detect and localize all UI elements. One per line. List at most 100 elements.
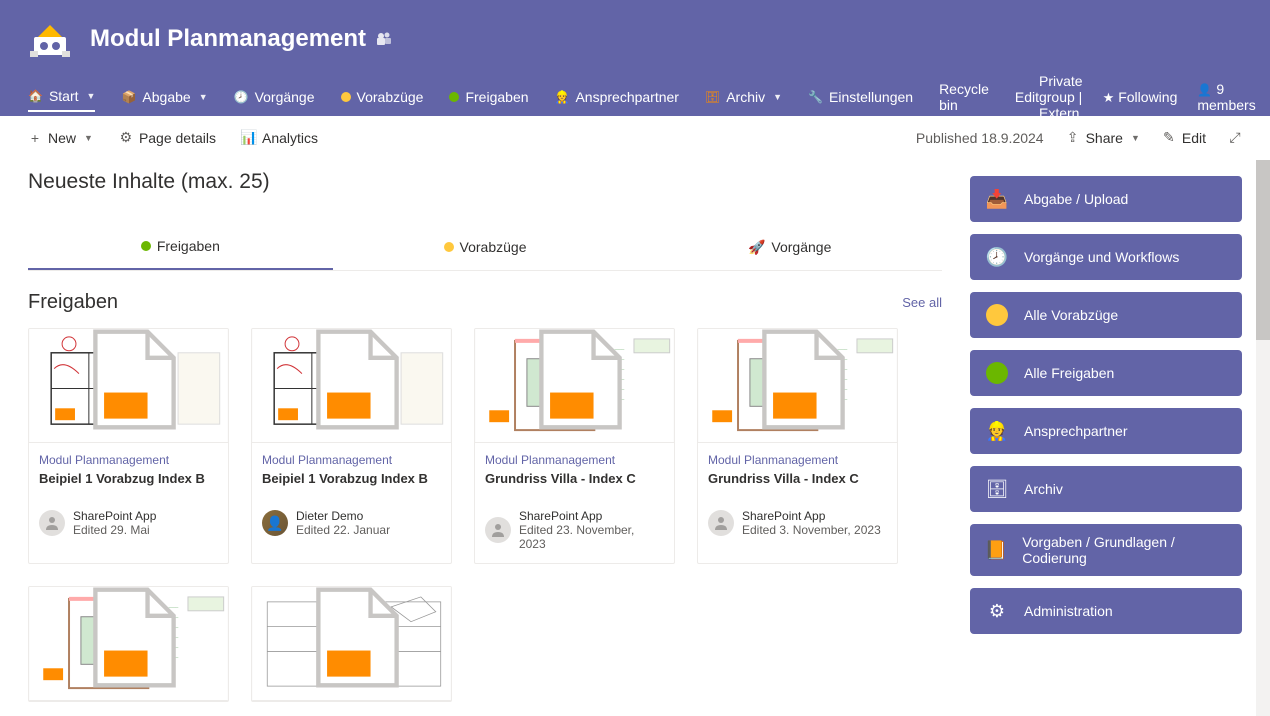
file-type-icon <box>258 329 451 436</box>
card-author: Dieter Demo <box>296 509 390 523</box>
abgabe-icon: 📦 <box>121 90 136 104</box>
document-card[interactable] <box>251 586 452 702</box>
card-source: Modul Planmanagement <box>708 453 887 467</box>
einstellungen-icon: 🔧 <box>808 90 823 104</box>
quicklink-administration[interactable]: ⚙Administration <box>970 588 1242 634</box>
quick-links-sidebar: 📥 Abgabe / Upload 🕗Vorgänge und Workflows A… <box>970 160 1270 716</box>
tab-vorabzüge[interactable]: Vorabzüge <box>333 224 638 270</box>
share-icon: ⇪ <box>1066 131 1080 145</box>
card-date: Edited 22. Januar <box>296 523 390 537</box>
document-card[interactable]: Modul Planmanagement Beipiel 1 Vorabzug … <box>251 328 452 564</box>
top-navigation: 🏠Start▼ 📦Abgabe▼ 🕗Vorgänge Vorabzüge Freigab… <box>0 78 1270 116</box>
members-button[interactable]: 9 members <box>1197 81 1255 113</box>
follow-button[interactable]: Following <box>1103 89 1178 106</box>
chevron-down-icon: ▼ <box>1131 133 1140 143</box>
card-author: SharePoint App <box>73 509 156 523</box>
cmd-page-details[interactable]: ⚙Page details <box>119 130 216 146</box>
status-dot-icon <box>444 242 454 252</box>
user-avatar <box>39 510 65 536</box>
card-author: SharePoint App <box>519 509 664 523</box>
tab-freigaben[interactable]: Freigaben <box>28 224 333 270</box>
document-card[interactable]: ✓ ______✓ ______✓ ______✓ ______✓ ______… <box>474 328 675 564</box>
card-thumbnail: ✓ ______✓ ______✓ ______✓ ______✓ ______… <box>29 587 228 701</box>
nav-item-start[interactable]: 🏠Start▼ <box>28 82 95 112</box>
share-button[interactable]: ⇪Share▼ <box>1066 130 1140 146</box>
start-icon: 🏠 <box>28 89 43 103</box>
list-heading: Freigaben <box>28 291 118 314</box>
published-date: Published 18.9.2024 <box>916 130 1044 146</box>
page details-icon: ⚙ <box>119 131 133 145</box>
status-dot-icon <box>449 92 459 102</box>
content-tabs: FreigabenVorabzüge🚀Vorgänge <box>28 224 942 271</box>
card-thumbnail <box>252 329 451 443</box>
archiv-icon: 🗄 <box>705 90 720 104</box>
scrollbar[interactable] <box>1256 160 1270 716</box>
status-dot-icon <box>141 241 151 251</box>
quicklink-label: Alle Vorabzüge <box>1024 307 1118 323</box>
user-avatar: 👤 <box>262 510 288 536</box>
nav-item-ansprechpartner[interactable]: 👷Ansprechpartner <box>555 83 679 111</box>
card-title: Beipiel 1 Vorabzug Index B <box>39 471 218 489</box>
nav-item-abgabe[interactable]: 📦Abgabe▼ <box>121 83 207 111</box>
quicklink-label: Archiv <box>1024 481 1063 497</box>
quicklink-ansprechpartner[interactable]: 👷Ansprechpartner <box>970 408 1242 454</box>
nav-item-vorgänge[interactable]: 🕗Vorgänge <box>234 83 315 111</box>
quicklink-label: Abgabe / Upload <box>1024 191 1128 207</box>
analytics-icon: 📊 <box>242 131 256 145</box>
nav-item-einstellungen[interactable]: 🔧Einstellungen <box>808 83 913 111</box>
card-source: Modul Planmanagement <box>262 453 441 467</box>
nav-item-vorabzüge[interactable]: Vorabzüge <box>341 83 424 111</box>
user-avatar <box>485 517 511 543</box>
card-thumbnail: ✓ ______✓ ______✓ ______✓ ______✓ ______… <box>698 329 897 443</box>
file-type-icon <box>35 329 228 436</box>
cmd-analytics[interactable]: 📊Analytics <box>242 130 318 146</box>
quicklink-label: Administration <box>1024 603 1113 619</box>
rocket-icon: 🚀 <box>748 239 765 256</box>
quicklink-archiv[interactable]: 🗄 Archiv <box>970 466 1242 512</box>
quicklink-label: Ansprechpartner <box>1024 423 1128 439</box>
quicklink-abgabe-upload[interactable]: 📥 Abgabe / Upload <box>970 176 1242 222</box>
status-dot-icon <box>984 302 1010 328</box>
site-title: Modul Planmanagement <box>90 25 366 53</box>
quicklink-vorgaben-grundlagen-codierung[interactable]: 📙Vorgaben / Grundlagen / Codierung <box>970 524 1242 576</box>
quicklink-alle-vorabz-ge[interactable]: Alle Vorabzüge <box>970 292 1242 338</box>
group-privacy: Private group | Extern <box>1039 73 1083 121</box>
site-logo <box>28 17 72 61</box>
quicklink-icon: 🗄 <box>984 476 1010 502</box>
user-avatar <box>708 510 734 536</box>
status-dot-icon <box>341 92 351 102</box>
document-card[interactable]: Modul Planmanagement Beipiel 1 Vorabzug … <box>28 328 229 564</box>
card-thumbnail <box>252 587 451 701</box>
card-source: Modul Planmanagement <box>485 453 664 467</box>
nav-item-archiv[interactable]: 🗄Archiv▼ <box>705 83 782 111</box>
pencil-icon: ✎ <box>1162 131 1176 145</box>
file-type-icon <box>258 587 451 694</box>
nav-item-edit[interactable]: Edit <box>1015 83 1039 111</box>
document-card[interactable]: ✓ ______✓ ______✓ ______✓ ______✓ ______… <box>28 586 229 702</box>
tab-vorgänge[interactable]: 🚀Vorgänge <box>637 224 942 270</box>
file-type-icon <box>481 329 674 436</box>
expand-button[interactable]: ⤢ <box>1228 131 1242 145</box>
status-dot-icon <box>984 360 1010 386</box>
card-date: Edited 29. Mai <box>73 523 156 537</box>
nav-item-recycle-bin[interactable]: Recycle bin <box>939 75 989 119</box>
nav-item-freigaben[interactable]: Freigaben <box>449 83 528 111</box>
quicklink-vorg-nge-und-workflows[interactable]: 🕗Vorgänge und Workflows <box>970 234 1242 280</box>
card-thumbnail <box>29 329 228 443</box>
quicklink-icon: 📥 <box>984 186 1010 212</box>
file-type-icon <box>35 587 228 694</box>
cmd-new[interactable]: +New▼ <box>28 130 93 146</box>
card-author: SharePoint App <box>742 509 881 523</box>
quicklink-label: Vorgaben / Grundlagen / Codierung <box>1022 534 1228 566</box>
card-title: Beipiel 1 Vorabzug Index B <box>262 471 441 489</box>
quicklink-alle-freigaben[interactable]: Alle Freigaben <box>970 350 1242 396</box>
card-thumbnail: ✓ ______✓ ______✓ ______✓ ______✓ ______… <box>475 329 674 443</box>
section-title: Neueste Inhalte (max. 25) <box>28 170 942 194</box>
new-icon: + <box>28 131 42 145</box>
command-bar: +New▼ ⚙Page details 📊Analytics Published 1… <box>0 116 1270 160</box>
card-date: Edited 23. November, 2023 <box>519 523 664 551</box>
document-card[interactable]: ✓ ______✓ ______✓ ______✓ ______✓ ______… <box>697 328 898 564</box>
edit-button[interactable]: ✎Edit <box>1162 130 1206 146</box>
card-date: Edited 3. November, 2023 <box>742 523 881 537</box>
see-all-link[interactable]: See all <box>902 295 942 310</box>
